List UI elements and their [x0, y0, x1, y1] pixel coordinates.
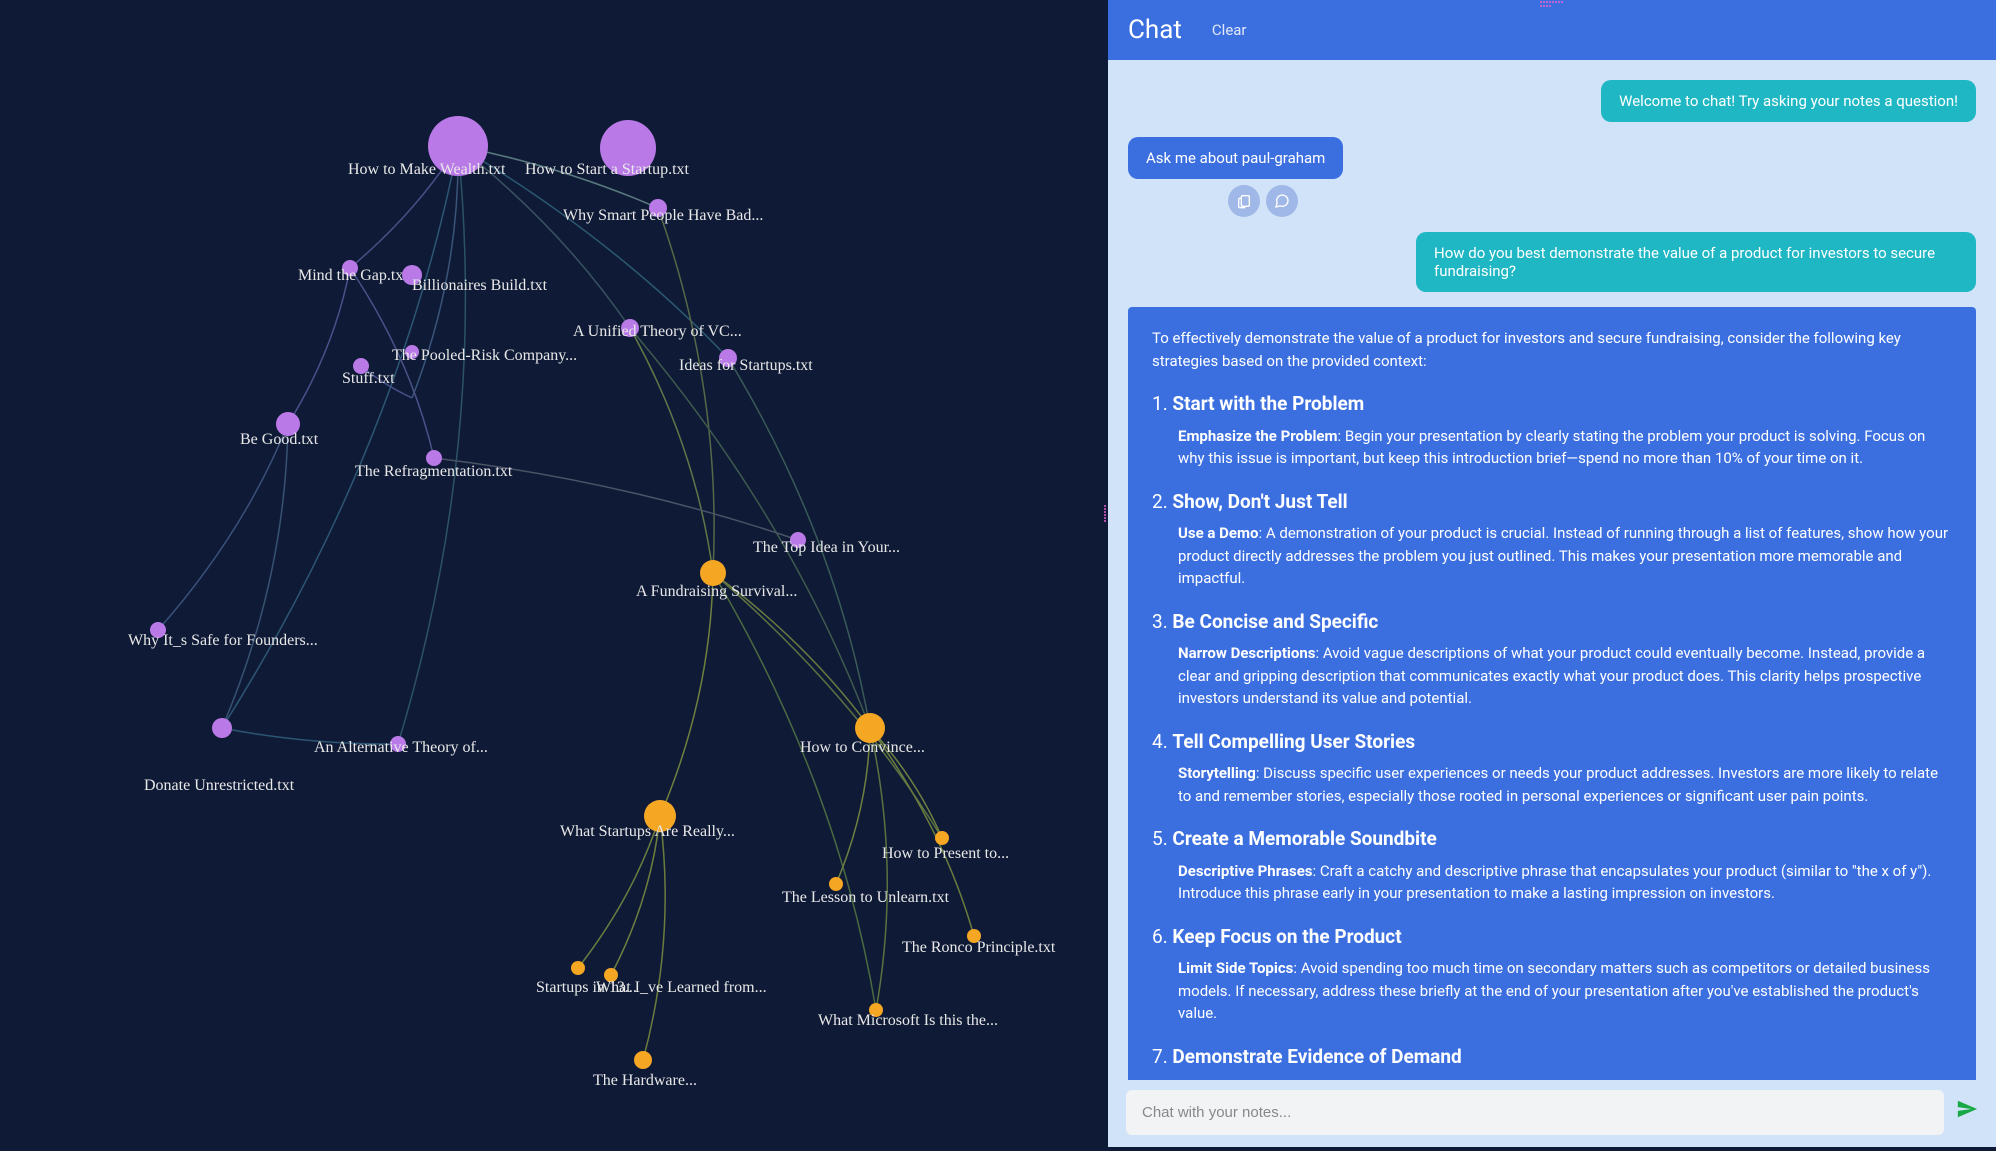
chat-panel: Chat Clear Welcome to chat! Try asking y…: [1108, 0, 1996, 1147]
section-title: Keep Focus on the Product: [1172, 925, 1401, 948]
bot-prompt: Ask me about paul-graham: [1128, 137, 1343, 179]
graph-edge: [660, 573, 713, 816]
graph-node-label: What Microsoft Is this the...: [818, 1012, 998, 1029]
section-body: Use a Demo: A demonstration of your prod…: [1178, 522, 1952, 590]
graph-node-label: What Startups Are Really...: [560, 823, 735, 840]
graph-node-label: How to Present to...: [882, 845, 1009, 862]
response-list: Start with the Problem Emphasize the Prob…: [1152, 390, 1952, 1071]
graph-node[interactable]: [935, 831, 949, 845]
graph-edge: [398, 146, 465, 744]
response-card: To effectively demonstrate the value of …: [1128, 307, 1976, 1080]
graph-node-label: Stuff.txt: [342, 370, 395, 387]
graph-node-label: Donate Unrestricted.txt: [144, 777, 295, 794]
graph-node-label: Ideas for Startups.txt: [679, 357, 813, 374]
chat-body[interactable]: Welcome to chat! Try asking your notes a…: [1108, 60, 1996, 1080]
welcome-message: Welcome to chat! Try asking your notes a…: [1601, 80, 1976, 122]
graph-edge: [713, 573, 876, 1010]
chat-icon: [1274, 193, 1290, 209]
drag-handle[interactable]: [1540, 0, 1564, 8]
graph-node-label: The Hardware...: [593, 1072, 697, 1089]
graph-node-label: The Refragmentation.txt: [355, 463, 513, 480]
graph-edge: [658, 208, 714, 573]
graph-node-label: A Fundraising Survival...: [636, 583, 797, 600]
copy-button[interactable]: [1228, 185, 1260, 217]
section-title: Be Concise and Specific: [1172, 610, 1378, 633]
response-section: Tell Compelling User Stories Storytelling…: [1152, 728, 1952, 808]
response-intro: To effectively demonstrate the value of …: [1152, 327, 1952, 372]
user-question: How do you best demonstrate the value of…: [1416, 232, 1976, 292]
chat-title: Chat: [1128, 15, 1182, 45]
graph-node-label: The Pooled-Risk Company...: [392, 347, 577, 364]
section-title: Show, Don't Just Tell: [1172, 490, 1347, 513]
graph-node[interactable]: [571, 961, 585, 975]
graph-edge: [630, 328, 870, 728]
response-section: Demonstrate Evidence of Demand: [1152, 1043, 1952, 1072]
response-section: Be Concise and Specific Narrow Descriptio…: [1152, 608, 1952, 710]
graph-node-label: The Lesson to Unlearn.txt: [782, 889, 950, 906]
graph-edge: [222, 424, 288, 728]
response-section: Keep Focus on the Product Limit Side Topi…: [1152, 923, 1952, 1025]
reply-button[interactable]: [1266, 185, 1298, 217]
send-button[interactable]: [1956, 1098, 1978, 1127]
graph-node-label: How to Convince...: [800, 739, 925, 756]
graph-edge: [158, 424, 288, 630]
graph-node-label: How to Start a Startup.txt: [525, 161, 690, 178]
chat-header: Chat Clear: [1108, 0, 1996, 60]
section-title: Demonstrate Evidence of Demand: [1172, 1045, 1461, 1068]
graph-edge: [713, 573, 942, 838]
section-body: Narrow Descriptions: Avoid vague descrip…: [1178, 642, 1952, 710]
section-title: Tell Compelling User Stories: [1172, 730, 1415, 753]
response-section: Show, Don't Just Tell Use a Demo: A demon…: [1152, 488, 1952, 590]
graph-edge: [870, 728, 887, 1010]
graph-node-label: Why It_s Safe for Founders...: [128, 632, 318, 649]
section-body: Storytelling: Discuss specific user expe…: [1178, 762, 1952, 807]
graph-node-label: A Unified Theory of VC...: [573, 323, 742, 340]
graph-node[interactable]: [212, 718, 232, 738]
response-section: Start with the Problem Emphasize the Prob…: [1152, 390, 1952, 470]
section-title: Start with the Problem: [1172, 392, 1364, 415]
graph-node[interactable]: [634, 1051, 652, 1069]
clipboard-icon: [1236, 193, 1252, 209]
chat-input-bar: [1108, 1080, 1996, 1147]
section-title: Create a Memorable Soundbite: [1172, 827, 1436, 850]
graph-node-label: Why Smart People Have Bad...: [563, 207, 763, 224]
graph-node-label: Mind the Gap.txt: [298, 267, 408, 284]
section-body: Descriptive Phrases: Craft a catchy and …: [1178, 860, 1952, 905]
graph-node-label: Billionaires Build.txt: [412, 277, 548, 294]
graph-node-label: How to Make Wealth.txt: [348, 161, 506, 178]
section-body: Emphasize the Problem: Begin your presen…: [1178, 425, 1952, 470]
send-icon: [1956, 1098, 1978, 1120]
graph-edge: [288, 268, 350, 424]
graph-node-label: The Ronco Principle.txt: [902, 939, 1056, 956]
chat-input[interactable]: [1126, 1090, 1944, 1135]
graph-node-label: What I_ve Learned from...: [596, 979, 767, 996]
section-body: Limit Side Topics: Avoid spending too mu…: [1178, 957, 1952, 1025]
response-section: Create a Memorable Soundbite Descriptive …: [1152, 825, 1952, 905]
graph-node-label: Be Good.txt: [240, 431, 319, 448]
graph-node-label: An Alternative Theory of...: [314, 739, 488, 756]
graph-panel[interactable]: How to Make Wealth.txt How to Start a Sta…: [0, 0, 1108, 1147]
clear-button[interactable]: Clear: [1212, 21, 1247, 39]
graph-canvas[interactable]: How to Make Wealth.txt How to Start a Sta…: [0, 0, 1108, 1147]
graph-node-label: The Top Idea in Your...: [753, 539, 900, 556]
